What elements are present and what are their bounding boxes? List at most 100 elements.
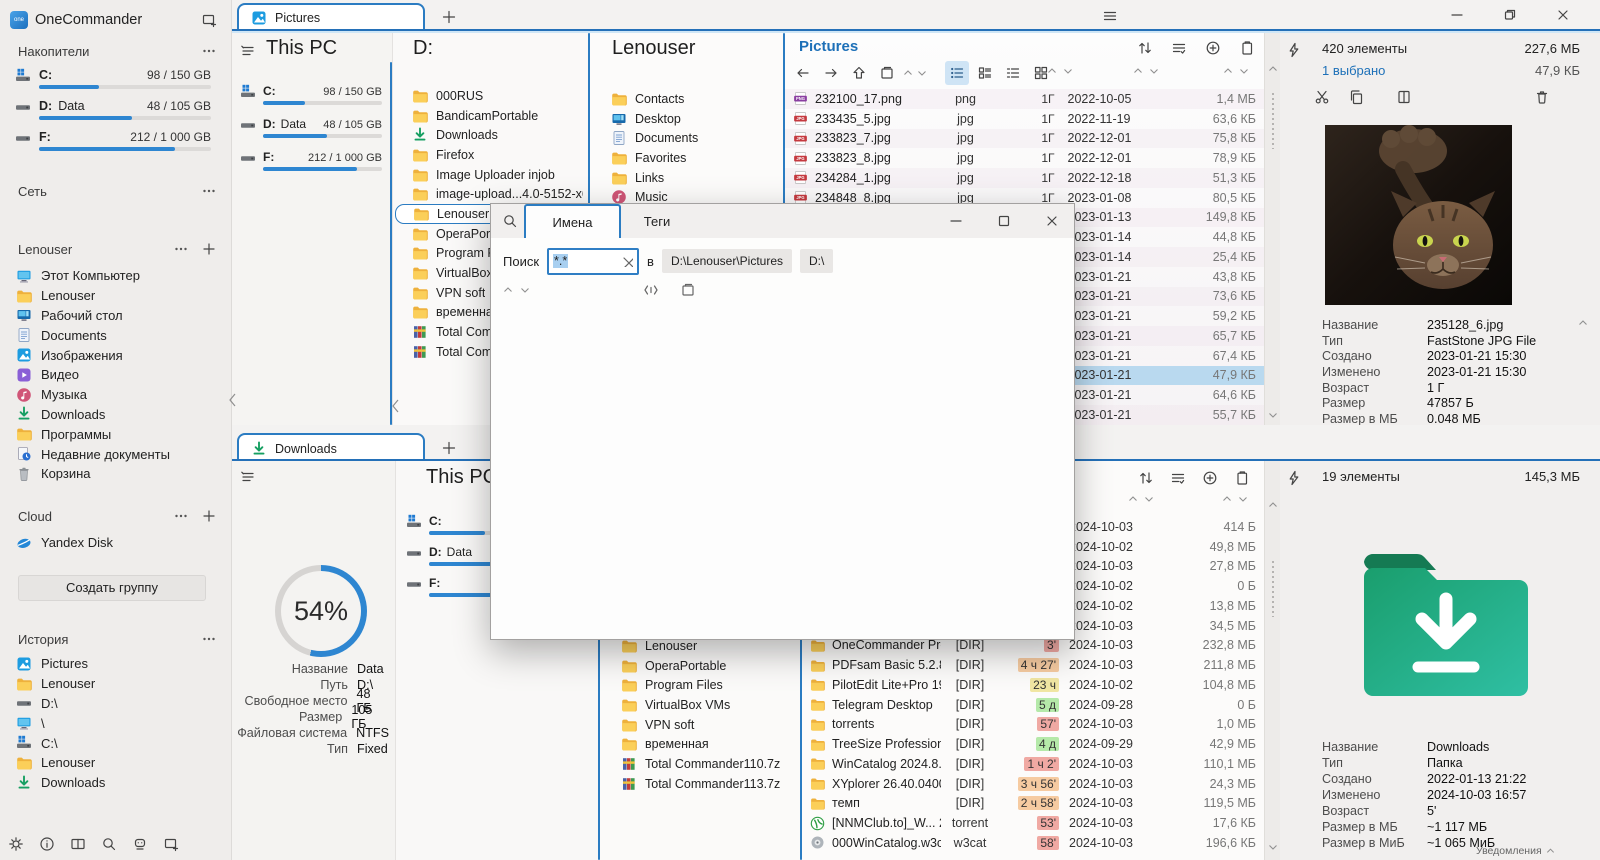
image-preview-cat[interactable] — [1325, 125, 1512, 305]
file-row[interactable]: 234284_1.jpg jpg 1Г 2022-12-18 51,3 КБ — [785, 168, 1264, 188]
file-row[interactable]: WinCatalog 2024.8.1.1002 [DIR] 1 ч 2' 20… — [802, 754, 1264, 774]
dual-pane-icon[interactable] — [66, 832, 90, 856]
history-item[interactable]: C:\ — [0, 733, 231, 753]
folder-item[interactable]: временная — [604, 734, 800, 754]
search-input[interactable]: *.* — [547, 247, 640, 275]
drive-item[interactable]: D:Data48 / 105 GB — [236, 114, 388, 147]
sidebar-item[interactable]: Yandex Disk — [0, 533, 231, 553]
column-menu-icon[interactable] — [236, 465, 260, 489]
regex-split-icon[interactable] — [643, 282, 659, 298]
view-content-icon[interactable] — [1001, 61, 1025, 85]
up-icon[interactable] — [847, 61, 871, 85]
folder-item[interactable]: Links — [594, 168, 783, 188]
search-dialog-titlebar[interactable]: Имена Теги — [491, 204, 1074, 238]
clear-search-icon[interactable] — [621, 255, 634, 267]
folder-item[interactable]: Total Commander113.7z — [604, 774, 800, 794]
drive-item[interactable]: D:Data48 / 105 GB — [0, 97, 225, 128]
search-path-primary[interactable]: D:\Lenouser\Pictures — [661, 249, 792, 273]
user-add-button[interactable] — [197, 237, 221, 261]
file-row[interactable]: PilotEdit Lite+Pro 19.2.0 [DIR] 23 ч 202… — [802, 675, 1264, 695]
folder-item[interactable]: 000RUS — [395, 86, 587, 106]
history-item[interactable]: D:\ — [0, 694, 231, 714]
view-tiles-icon[interactable] — [973, 61, 997, 85]
file-row[interactable]: темп [DIR] 2 ч 58' 2024-10-03 119,5 МБ — [802, 794, 1264, 814]
details-scroll-up-icon[interactable] — [1578, 319, 1588, 327]
file-row[interactable]: TreeSize Professional 9.2.0.1905 [DIR] 4… — [802, 734, 1264, 754]
scroll-down-icon[interactable] — [1268, 843, 1278, 851]
file-row[interactable]: 233823_7.jpg jpg 1Г 2022-12-01 75,8 КБ — [785, 128, 1264, 149]
folder-item[interactable]: Downloads — [395, 125, 587, 145]
folder-item[interactable]: Firefox — [395, 145, 587, 165]
sidebar-item[interactable]: Видео — [0, 365, 231, 385]
sort-column-date[interactable] — [1133, 67, 1159, 75]
sidebar-item[interactable]: Музыка — [0, 385, 231, 405]
folder-item[interactable]: Image Uploader injob — [395, 165, 587, 185]
file-row[interactable]: PDFsam Basic 5.2.8 + Portable [DIR] 4 ч … — [802, 655, 1264, 675]
new-window-button[interactable] — [197, 8, 221, 32]
assistant-icon[interactable] — [128, 832, 152, 856]
pane-collapse-icon[interactable] — [227, 392, 239, 408]
view-options-icon[interactable] — [1166, 466, 1190, 490]
scroll-up-icon[interactable] — [1268, 501, 1278, 509]
pane-collapse-icon[interactable] — [390, 398, 402, 414]
folder-item[interactable]: OperaPortable — [604, 656, 800, 676]
file-row[interactable]: [NNMClub.to]_W... 2024.8.1.1002.torrent … — [802, 813, 1264, 833]
folder-item[interactable]: VirtualBox VMs — [604, 695, 800, 715]
sidebar-item[interactable]: Корзина — [0, 464, 231, 484]
network-more-button[interactable] — [197, 179, 221, 203]
scrollbar[interactable] — [1264, 461, 1280, 860]
folder-item[interactable]: Favorites — [594, 148, 783, 168]
drive-item[interactable]: F:212 / 1 000 GB — [236, 147, 388, 180]
scroll-handle[interactable] — [1272, 561, 1274, 617]
new-tab-icon[interactable] — [875, 61, 899, 85]
chevron-up-icon[interactable] — [903, 69, 913, 77]
drive-item[interactable]: C:98 / 150 GB — [236, 81, 388, 114]
back-icon[interactable] — [791, 61, 815, 85]
notifications-toggle[interactable]: Уведомления — [1476, 845, 1555, 857]
tab-tags[interactable]: Теги — [623, 204, 691, 238]
history-item[interactable]: Downloads — [0, 773, 231, 793]
dialog-close-button[interactable] — [1037, 209, 1067, 233]
tab-pictures[interactable]: Pictures — [237, 3, 425, 30]
file-row[interactable]: XYplorer 26.40.0400 + Portable [DIR] 3 ч… — [802, 774, 1264, 794]
view-list-icon[interactable] — [945, 61, 969, 85]
history-item[interactable]: Pictures — [0, 654, 231, 674]
user-more-button[interactable] — [169, 237, 193, 261]
sidebar-item[interactable]: Программы — [0, 424, 231, 444]
scrollbar[interactable] — [1264, 33, 1280, 425]
sort-column-size[interactable] — [1223, 67, 1249, 75]
clipboard-icon[interactable] — [1235, 36, 1259, 60]
drive-item[interactable]: C:98 / 150 GB — [0, 66, 225, 97]
sort-column-ext[interactable] — [1047, 67, 1073, 75]
new-item-icon[interactable] — [1201, 36, 1225, 60]
drives-more-button[interactable] — [197, 39, 221, 63]
folder-item[interactable]: Program Files — [604, 675, 800, 695]
cut-icon[interactable] — [1310, 85, 1334, 109]
sidebar-item[interactable]: Этот Компьютер — [0, 266, 231, 286]
create-group-button[interactable]: Создать группу — [18, 575, 206, 601]
new-item-icon[interactable] — [1198, 466, 1222, 490]
downloads-folder-preview[interactable] — [1352, 543, 1540, 705]
file-row[interactable]: 233823_8.jpg jpg 1Г 2022-12-01 78,9 КБ — [785, 148, 1264, 168]
restore-button[interactable] — [1495, 3, 1525, 27]
column-menu-icon[interactable] — [236, 39, 260, 63]
file-row[interactable]: 000WinCatalog.w3cat w3cat 58' 2024-10-03… — [802, 833, 1264, 853]
folder-item[interactable]: Desktop — [594, 109, 783, 129]
dialog-maximize-button[interactable] — [989, 209, 1019, 233]
file-row[interactable]: Telegram Desktop [DIR] 5 д 2024-09-28 0 … — [802, 695, 1264, 715]
scroll-down-icon[interactable] — [1268, 411, 1278, 419]
file-row[interactable]: 232100_17.png png 1Г 2022-10-05 1,4 МБ — [785, 89, 1264, 109]
sort-icon[interactable] — [1133, 36, 1157, 60]
forward-icon[interactable] — [819, 61, 843, 85]
scroll-handle[interactable] — [1272, 93, 1274, 149]
scroll-up-icon[interactable] — [1268, 65, 1278, 73]
info-icon[interactable] — [35, 832, 59, 856]
folder-item[interactable]: image-upload...4.0-5152-x64 — [395, 184, 587, 204]
paste-filter-icon[interactable] — [680, 282, 696, 298]
settings-gear-icon[interactable] — [4, 832, 28, 856]
new-window-icon[interactable] — [159, 832, 183, 856]
sort-column-size[interactable] — [1222, 495, 1248, 503]
sidebar-item[interactable]: Downloads — [0, 405, 231, 425]
copy-icon[interactable] — [1344, 85, 1368, 109]
sidebar-item[interactable]: Documents — [0, 325, 231, 345]
